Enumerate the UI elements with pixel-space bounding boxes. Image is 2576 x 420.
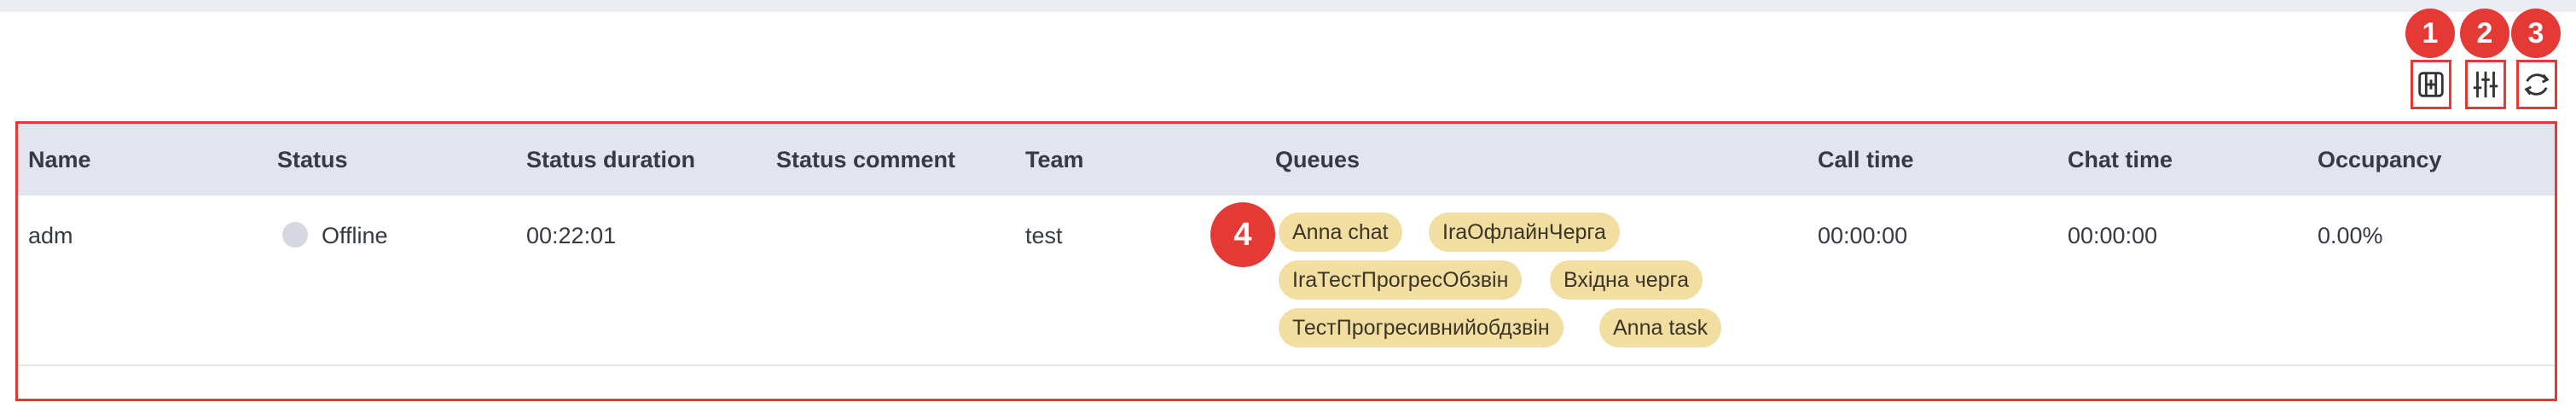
agents-table: Name Status Status duration Status comme… <box>15 121 2557 401</box>
column-header-name[interactable]: Name <box>28 124 91 195</box>
annotation-badge-1: 1 <box>2405 9 2455 58</box>
queue-chip: Anna chat <box>1279 213 1402 252</box>
column-header-call-time[interactable]: Call time <box>1818 124 1914 195</box>
column-header-queues[interactable]: Queues <box>1275 124 1360 195</box>
queue-chip: IraОфлайнЧерга <box>1429 213 1620 252</box>
sliders-icon <box>2473 71 2498 98</box>
cell-call-time: 00:00:00 <box>1818 223 1908 248</box>
cell-chat-time: 00:00:00 <box>2068 223 2158 248</box>
fit-columns-button[interactable] <box>2411 60 2451 109</box>
offline-status-icon <box>282 221 308 248</box>
column-header-chat-time[interactable]: Chat time <box>2068 124 2173 195</box>
queue-chip: ТестПрогресивнийобдзвін <box>1279 308 1564 347</box>
table-header: Name Status Status duration Status comme… <box>18 124 2555 195</box>
column-header-team[interactable]: Team <box>1025 124 1084 195</box>
annotation-badge-3: 3 <box>2511 9 2561 58</box>
queue-chip: Anna task <box>1599 308 1722 347</box>
annotation-badge-2: 2 <box>2460 9 2509 58</box>
annotation-badge-4: 4 <box>1210 202 1275 267</box>
column-header-status[interactable]: Status <box>277 124 348 195</box>
cell-occupancy: 0.00% <box>2318 223 2383 248</box>
refresh-icon <box>2524 73 2550 96</box>
cell-status-duration: 00:22:01 <box>526 223 617 248</box>
cell-team: test <box>1025 223 1063 248</box>
top-bar <box>0 0 2576 12</box>
column-header-status-comment[interactable]: Status comment <box>776 124 955 195</box>
cell-name: adm <box>28 223 73 248</box>
column-header-occupancy[interactable]: Occupancy <box>2318 124 2442 195</box>
status-label: Offline <box>322 223 388 248</box>
column-settings-button[interactable] <box>2465 60 2506 109</box>
column-header-status-duration[interactable]: Status duration <box>526 124 695 195</box>
queue-chip: IraТестПрогресОбзвін <box>1279 260 1523 300</box>
table-row[interactable]: adm Offline 00:22:01 test Anna chat IraО… <box>18 195 2555 366</box>
refresh-button[interactable] <box>2516 60 2557 109</box>
cell-status: Offline <box>282 221 388 250</box>
fit-columns-icon <box>2418 72 2444 97</box>
queue-chip: Вхідна черга <box>1550 260 1703 300</box>
